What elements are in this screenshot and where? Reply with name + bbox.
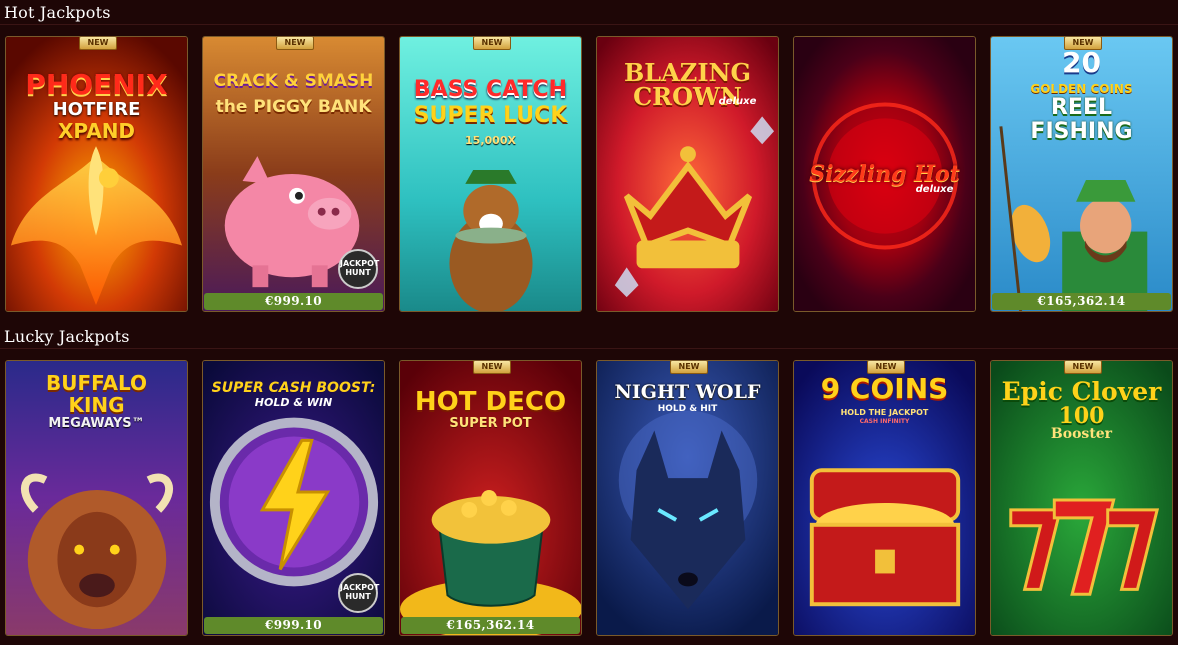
- jackpot-hunt-logo: JACKPOT HUNT: [338, 249, 379, 289]
- game-title-line: MEGAWAYS™: [48, 416, 145, 431]
- game-card-crack-smash-piggy-bank[interactable]: NEW CRACK & SMASH the PIGGY BANK JACKPOT…: [202, 36, 385, 312]
- jackpot-amount: €999.10: [204, 293, 383, 310]
- game-title-line: REEL: [1050, 95, 1112, 120]
- game-card-epic-clover-100-booster[interactable]: NEW Epic Clover 100 Booster: [990, 360, 1173, 636]
- new-badge: NEW: [276, 37, 314, 50]
- jackpot-hunt-logo: JACKPOT HUNT: [338, 573, 379, 613]
- new-badge: NEW: [473, 361, 511, 374]
- game-title-line: Sizzling Hot: [809, 161, 960, 187]
- game-title-line: PHOENIX: [25, 68, 168, 101]
- game-title-line: 100: [1058, 403, 1105, 429]
- new-badge: NEW: [867, 361, 905, 374]
- game-title-line: Epic Clover: [1001, 377, 1162, 406]
- game-title-line: 15,000X: [465, 134, 516, 147]
- section-title-lucky-jackpots: Lucky Jackpots: [4, 327, 130, 346]
- jackpot-amount: €999.10: [204, 617, 383, 634]
- game-title-line: 9 COINS: [820, 372, 949, 405]
- game-card-night-wolf[interactable]: NEW NIGHT WOLF HOLD & HIT: [596, 360, 779, 636]
- new-badge: NEW: [1064, 37, 1102, 50]
- game-title-line: HOLD & WIN: [254, 396, 333, 409]
- section-title-hot-jackpots: Hot Jackpots: [4, 3, 111, 22]
- new-badge: NEW: [670, 361, 708, 374]
- game-title-line: XPAND: [57, 119, 136, 143]
- game-title-line: NIGHT WOLF: [614, 381, 761, 403]
- game-card-9-coins[interactable]: NEW 9 COINS HOLD THE JACKPOT CASH INFINI…: [793, 360, 976, 636]
- game-title-line: HOLD THE JACKPOT: [840, 408, 929, 417]
- hot-jackpots-section: Hot Jackpots NEW PHOENIX HOTFIRE XPAND N…: [0, 0, 1178, 322]
- new-badge: NEW: [79, 37, 117, 50]
- game-card-super-cash-boost[interactable]: SUPER CASH BOOST: HOLD & WIN JACKPOT HUN…: [202, 360, 385, 636]
- jackpot-amount: €165,362.14: [401, 617, 580, 634]
- game-card-sizzling-hot-deluxe[interactable]: Sizzling Hot deluxe: [793, 36, 976, 312]
- game-title-line: BASS CATCH: [413, 77, 568, 102]
- game-title-line: SUPER LUCK: [413, 103, 568, 128]
- game-card-blazing-crown-deluxe[interactable]: BLAZING CROWN deluxe: [596, 36, 779, 312]
- game-title-line: SUPER CASH BOOST:: [211, 380, 376, 396]
- section-divider: [0, 24, 1178, 25]
- game-title-line: HOT DECO: [414, 387, 567, 417]
- lucky-jackpots-section: Lucky Jackpots BUFFALO KING MEGAWAYS™ SU…: [0, 322, 1178, 645]
- game-title-line: deluxe: [915, 184, 954, 195]
- new-badge: NEW: [1064, 361, 1102, 374]
- game-title-line: BUFFALO: [45, 371, 148, 395]
- game-card-buffalo-king-megaways[interactable]: BUFFALO KING MEGAWAYS™: [5, 360, 188, 636]
- game-title-line: FISHING: [1030, 119, 1133, 144]
- game-title-line: HOLD & HIT: [657, 404, 718, 414]
- game-title-line: GOLDEN COINS: [1030, 82, 1133, 96]
- game-card-bass-catch-super-luck[interactable]: NEW BASS CATCH SUPER LUCK 15,000X: [399, 36, 582, 312]
- game-card-phoenix-hotfire-xpand[interactable]: NEW PHOENIX HOTFIRE XPAND: [5, 36, 188, 312]
- section-divider: [0, 348, 1178, 349]
- game-title-line: Booster: [1050, 426, 1113, 442]
- game-title-line: HOTFIRE: [52, 99, 141, 120]
- game-title-line: deluxe: [718, 96, 757, 107]
- game-title-line: 20: [1062, 46, 1101, 79]
- new-badge: NEW: [473, 37, 511, 50]
- game-title-line: CASH INFINITY: [859, 418, 910, 425]
- game-card-hot-deco-super-pot[interactable]: NEW HOT DECO SUPER POT €165,362.14: [399, 360, 582, 636]
- game-title-line: the PIGGY BANK: [215, 97, 372, 117]
- game-title-line: KING: [68, 393, 125, 417]
- jackpot-amount: €165,362.14: [992, 293, 1171, 310]
- game-title-line: SUPER POT: [449, 416, 532, 431]
- game-card-20-golden-coins-reel-fishing[interactable]: NEW 20 GOLDEN COINS REEL FISHING €165,36…: [990, 36, 1173, 312]
- game-title-line: CRACK & SMASH: [213, 71, 374, 91]
